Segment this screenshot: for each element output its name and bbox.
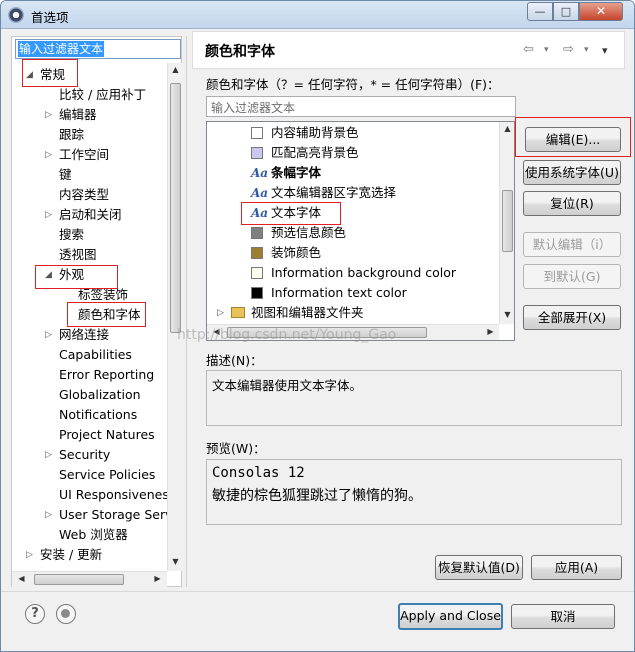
- font-list-vertical-scrollbar[interactable]: ▲ ▼: [499, 122, 514, 324]
- watermark-text: http://blog.csdn.net/Young_Gao: [177, 327, 397, 343]
- tree-item-perspectives[interactable]: 透视图: [59, 245, 97, 265]
- tree-item-error-reporting[interactable]: Error Reporting: [59, 365, 154, 385]
- help-icon[interactable]: ?: [25, 604, 45, 624]
- expand-arrow-icon[interactable]: ▷: [45, 445, 52, 465]
- minimize-button[interactable]: —: [527, 2, 553, 21]
- view-menu-icon[interactable]: ▾: [602, 44, 608, 57]
- restore-defaults-button[interactable]: 恢复默认值(D): [435, 555, 523, 580]
- folder-icon: [231, 307, 245, 318]
- tree-item-search[interactable]: 搜索: [59, 225, 84, 245]
- edit-default-button[interactable]: 默认编辑（i）: [523, 232, 621, 257]
- colors-fonts-tree: 内容辅助背景色 匹配高亮背景色 Aa 条幅字体 Aa 文本编辑器区字宽选择 Aa 文本…: [206, 121, 515, 341]
- window-title: 首选项: [31, 10, 69, 25]
- panel-divider[interactable]: [186, 36, 190, 587]
- highlight-text-font: [241, 202, 341, 225]
- expand-arrow-icon[interactable]: ▷: [26, 545, 33, 563]
- forward-menu-icon[interactable]: ▾: [584, 45, 589, 55]
- use-system-font-button[interactable]: 使用系统字体(U): [523, 160, 621, 185]
- highlight-colors-fonts: [67, 302, 146, 327]
- description-text: 文本编辑器使用文本字体。: [212, 378, 363, 393]
- apply-and-close-button[interactable]: Apply and Close: [398, 603, 503, 630]
- font-icon: Aa: [251, 186, 269, 200]
- scroll-right-icon[interactable]: ▶: [150, 574, 165, 583]
- tree-item-project-natures[interactable]: Project Natures: [59, 425, 155, 445]
- color-swatch-icon: [251, 127, 263, 139]
- tree-item-tracing[interactable]: 跟踪: [59, 125, 84, 145]
- scroll-up-icon[interactable]: ▲: [500, 124, 514, 133]
- expand-arrow-icon[interactable]: ▷: [45, 105, 52, 125]
- record-dot-icon: [61, 609, 70, 618]
- goto-default-button[interactable]: 到默认(G): [523, 264, 621, 289]
- description-box: 文本编辑器使用文本字体。: [206, 370, 622, 426]
- tree-item-globalization[interactable]: Globalization: [59, 385, 141, 405]
- highlight-general: [22, 59, 78, 87]
- expand-arrow-icon[interactable]: ▷: [217, 303, 224, 323]
- color-swatch-icon: [251, 287, 263, 299]
- back-menu-icon[interactable]: ▾: [544, 45, 549, 55]
- reset-button[interactable]: 复位(R): [523, 191, 621, 216]
- tree-item-web-browser[interactable]: Web 浏览器: [59, 525, 128, 545]
- tree-hscroll-thumb[interactable]: [34, 574, 124, 585]
- record-macro-icon[interactable]: [56, 604, 76, 624]
- expand-arrow-icon[interactable]: ▷: [45, 505, 52, 525]
- tree-filter-input[interactable]: 输入过滤器文本: [15, 39, 181, 59]
- tree-filter-text: 输入过滤器文本: [18, 41, 105, 57]
- tree-item-notifications[interactable]: Notifications: [59, 405, 137, 425]
- preview-sample-text: 敏捷的棕色狐狸跳过了懒惰的狗。: [212, 488, 422, 504]
- expand-arrow-icon[interactable]: ▷: [45, 145, 52, 165]
- apply-button[interactable]: 应用(A): [531, 555, 622, 580]
- preview-label: 预览(W)：: [206, 441, 266, 456]
- color-swatch-icon: [251, 267, 263, 279]
- highlight-edit-button: [515, 117, 631, 157]
- eclipse-icon: [8, 7, 24, 23]
- expand-arrow-icon[interactable]: ▷: [45, 325, 52, 345]
- back-arrow-icon[interactable]: ⇦: [523, 42, 534, 57]
- preferences-window: 首选项 — □ ✕ 输入过滤器文本 ◢ 常规 比较 / 应用补丁 ▷ 编辑器 跟踪 …: [0, 0, 635, 652]
- font-filter-placeholder: 输入过滤器文本: [211, 101, 296, 115]
- font-list-label: 颜色和字体（？= 任何字符，* = 任何字符串）(F)：: [206, 77, 500, 92]
- scroll-down-icon[interactable]: ▼: [500, 310, 514, 319]
- tree-item-service-policies[interactable]: Service Policies: [59, 465, 155, 485]
- tree-item-ui-responsiveness[interactable]: UI Responsiveness: [59, 485, 167, 505]
- expand-arrow-icon[interactable]: ▷: [45, 205, 52, 225]
- title-bar: 首选项 — □ ✕: [1, 1, 634, 29]
- tree-scroll-thumb[interactable]: [170, 83, 181, 333]
- close-button[interactable]: ✕: [579, 2, 623, 21]
- maximize-button[interactable]: □: [553, 2, 579, 21]
- highlight-appearance: [35, 265, 118, 289]
- tree-item-capabilities[interactable]: Capabilities: [59, 345, 132, 365]
- tree-item-keys[interactable]: 键: [59, 165, 72, 185]
- scroll-right-icon[interactable]: ▶: [483, 327, 498, 336]
- color-swatch-icon: [251, 227, 263, 239]
- preview-font-name: Consolas 12: [212, 465, 305, 481]
- tree-horizontal-scrollbar[interactable]: ◀ ▶: [12, 571, 167, 587]
- footer-divider: [1, 591, 634, 592]
- font-icon: Aa: [251, 166, 269, 180]
- page-title: 颜色和字体: [205, 44, 275, 60]
- scroll-down-icon[interactable]: ▼: [168, 557, 183, 566]
- color-swatch-icon: [251, 247, 263, 259]
- tree-item-compare[interactable]: 比较 / 应用补丁: [59, 85, 146, 105]
- scroll-up-icon[interactable]: ▲: [168, 65, 183, 74]
- tree-item-content-types[interactable]: 内容类型: [59, 185, 109, 205]
- preview-box: Consolas 12 敏捷的棕色狐狸跳过了懒惰的狗。: [206, 459, 622, 525]
- description-label: 描述(N)：: [206, 353, 263, 368]
- scroll-left-icon[interactable]: ◀: [14, 574, 29, 583]
- tree-vertical-scrollbar[interactable]: ▲ ▼: [167, 63, 182, 571]
- page-header: 颜色和字体 ⇦ ▾ ⇨ ▾ ▾: [192, 31, 625, 69]
- cancel-button[interactable]: 取消: [511, 604, 615, 629]
- color-swatch-icon: [251, 147, 263, 159]
- font-filter-input[interactable]: 输入过滤器文本: [206, 96, 516, 117]
- forward-arrow-icon[interactable]: ⇨: [563, 42, 574, 57]
- expand-all-button[interactable]: 全部展开(X): [523, 305, 621, 330]
- font-list-scroll-thumb[interactable]: [502, 190, 513, 252]
